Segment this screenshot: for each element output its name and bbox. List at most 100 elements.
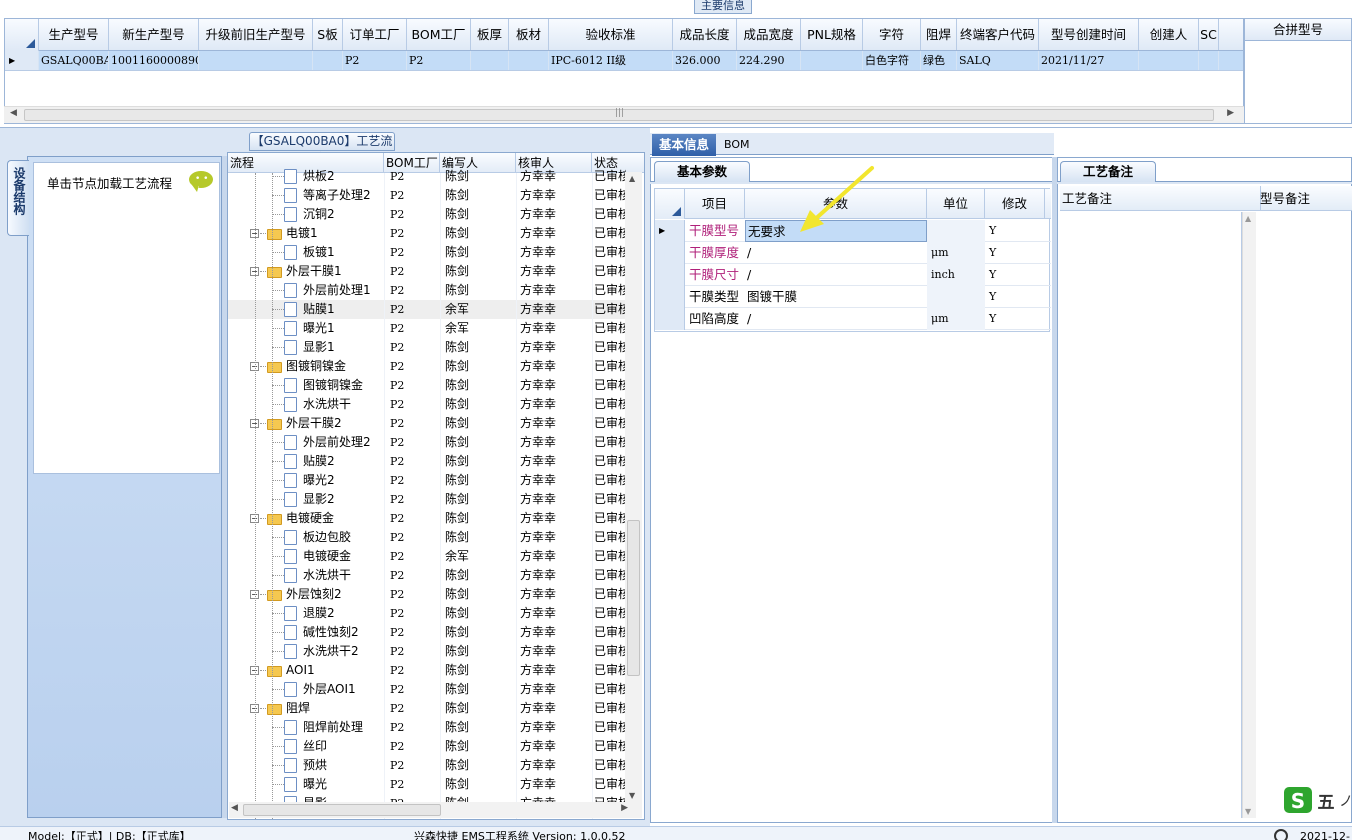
grid-corner[interactable] <box>5 19 39 51</box>
tree-row[interactable]: −阻焊P2陈剑方幸幸已审核 <box>228 699 628 718</box>
grid-col-2[interactable]: 升级前旧生产型号 <box>199 19 313 50</box>
tab-bom[interactable]: BOM <box>724 134 760 156</box>
tree-row[interactable]: 显影2 P2 陈剑 方幸幸 已审核 <box>228 490 628 509</box>
param-value[interactable]: / <box>745 242 927 264</box>
scroll-right-icon[interactable]: ▶ <box>1227 108 1234 118</box>
tree-hscroll-thumb[interactable] <box>243 804 441 816</box>
param-value[interactable]: / <box>745 308 927 330</box>
tree-vscrollbar[interactable]: ▲ ▼ <box>625 172 642 802</box>
scroll-left-icon[interactable]: ◀ <box>10 108 17 118</box>
tree-row[interactable]: −外层蚀刻2P2陈剑方幸幸已审核 <box>228 585 628 604</box>
tab-basic-info[interactable]: 基本信息 <box>652 134 716 156</box>
param-value[interactable]: / <box>745 264 927 286</box>
tree-row[interactable]: 外层AOI1 P2 陈剑 方幸幸 已审核 <box>228 680 628 699</box>
grid-col-17[interactable]: SC <box>1199 19 1219 50</box>
grid-col-3[interactable]: S板 <box>313 19 343 50</box>
tree-row[interactable]: −电镀1P2陈剑方幸幸已审核 <box>228 224 628 243</box>
tree-row[interactable]: 电镀硬金 P2 余军 方幸幸 已审核 <box>228 547 628 566</box>
grid-cell-4[interactable]: P2 <box>343 51 407 70</box>
tree-row[interactable]: 阻焊前处理 P2 陈剑 方幸幸 已审核 <box>228 718 628 737</box>
param-value[interactable]: 图镀干膜 <box>745 286 927 308</box>
product-grid-row[interactable]: ▶ GSALQ00BA010011600008907 P2P2 IPC-6012 II… <box>5 51 1243 71</box>
grid-cell-17[interactable] <box>1199 51 1219 70</box>
grid-cell-9[interactable]: 326.000 <box>673 51 737 70</box>
grid-col-15[interactable]: 型号创建时间 <box>1039 19 1139 50</box>
param-row[interactable]: 干膜厚度 / μm Y <box>655 242 1051 264</box>
tree-row[interactable]: −电镀硬金P2陈剑方幸幸已审核 <box>228 509 628 528</box>
grid-col-11[interactable]: PNL规格 <box>801 19 863 50</box>
row-indicator[interactable]: ▶ <box>5 51 39 70</box>
scroll-down-icon[interactable]: ▼ <box>1245 807 1251 816</box>
grid-col-10[interactable]: 成品宽度 <box>737 19 801 50</box>
grid-cell-6[interactable] <box>471 51 509 70</box>
tree-row[interactable]: 水洗烘干2 P2 陈剑 方幸幸 已审核 <box>228 642 628 661</box>
param-row[interactable]: 干膜尺寸 / inch Y <box>655 264 1051 286</box>
tree-row[interactable]: 水洗烘干 P2 陈剑 方幸幸 已审核 <box>228 395 628 414</box>
tree-row[interactable]: 曝光1 P2 余军 方幸幸 已审核 <box>228 319 628 338</box>
tree-row[interactable]: 退膜2 P2 陈剑 方幸幸 已审核 <box>228 604 628 623</box>
param-row[interactable]: 凹陷高度 / μm Y <box>655 308 1051 330</box>
grid-cell-11[interactable] <box>801 51 863 70</box>
tree-row[interactable]: 丝印 P2 陈剑 方幸幸 已审核 <box>228 737 628 756</box>
grid-col-16[interactable]: 创建人 <box>1139 19 1199 50</box>
device-structure-box[interactable]: 单击节点加载工艺流程 • • • <box>33 162 220 474</box>
tree-row[interactable]: 等离子处理2 P2 陈剑 方幸幸 已审核 <box>228 186 628 205</box>
scroll-right-icon[interactable]: ▶ <box>621 803 628 813</box>
grid-col-1[interactable]: 新生产型号 <box>109 19 199 50</box>
scroll-left-icon[interactable]: ◀ <box>231 803 238 813</box>
grid-cell-2[interactable] <box>199 51 313 70</box>
grid-col-12[interactable]: 字符 <box>863 19 921 50</box>
tree-row[interactable]: 曝光2 P2 陈剑 方幸幸 已审核 <box>228 471 628 490</box>
tree-row[interactable]: 板镀1 P2 陈剑 方幸幸 已审核 <box>228 243 628 262</box>
product-grid-hscrollbar[interactable]: ◀ ||| ▶ <box>4 106 1244 123</box>
tree-row[interactable]: 烘板2 P2 陈剑 方幸幸 已审核 <box>228 167 628 186</box>
grid-col-6[interactable]: 板厚 <box>471 19 509 50</box>
grid-cell-1[interactable]: 10011600008907 <box>109 51 199 70</box>
speech-bubble-icon[interactable]: • • • <box>189 171 213 193</box>
scroll-up-icon[interactable]: ▲ <box>629 174 635 183</box>
grid-cell-0[interactable]: GSALQ00BA0 <box>39 51 109 70</box>
basic-params-caption[interactable]: 基本参数 <box>654 161 750 182</box>
hscroll-thumb[interactable]: ||| <box>24 108 1214 121</box>
tree-row[interactable]: 图镀铜镍金 P2 陈剑 方幸幸 已审核 <box>228 376 628 395</box>
grid-col-7[interactable]: 板材 <box>509 19 549 50</box>
row-indicator[interactable] <box>655 264 685 286</box>
grid-cell-12[interactable]: 白色字符 <box>863 51 921 70</box>
scroll-down-icon[interactable]: ▼ <box>629 791 635 800</box>
tree-row[interactable]: 外层前处理1 P2 陈剑 方幸幸 已审核 <box>228 281 628 300</box>
tree-row[interactable]: 碱性蚀刻2 P2 陈剑 方幸幸 已审核 <box>228 623 628 642</box>
grid-col-14[interactable]: 终端客户代码 <box>957 19 1039 50</box>
grid-col-5[interactable]: BOM工厂 <box>407 19 471 50</box>
tree-row[interactable]: 贴膜2 P2 陈剑 方幸幸 已审核 <box>228 452 628 471</box>
grid-col-0[interactable]: 生产型号 <box>39 19 109 50</box>
tree-row[interactable]: 沉铜2 P2 陈剑 方幸幸 已审核 <box>228 205 628 224</box>
grid-cell-15[interactable]: 2021/11/27 <box>1039 51 1139 70</box>
grid-cell-5[interactable]: P2 <box>407 51 471 70</box>
grid-cell-16[interactable] <box>1139 51 1199 70</box>
grid-col-4[interactable]: 订单工厂 <box>343 19 407 50</box>
tree-row[interactable]: 贴膜1 P2 余军 方幸幸 已审核 <box>228 300 628 319</box>
grid-cell-14[interactable]: SALQ <box>957 51 1039 70</box>
tree-row[interactable]: 预烘 P2 陈剑 方幸幸 已审核 <box>228 756 628 775</box>
ime-logo[interactable]: S 五 ノ <box>1284 786 1352 814</box>
grid-col-9[interactable]: 成品长度 <box>673 19 737 50</box>
row-indicator[interactable]: ▶ <box>655 220 685 242</box>
tree-row[interactable]: 板边包胶 P2 陈剑 方幸幸 已审核 <box>228 528 628 547</box>
row-indicator[interactable] <box>655 308 685 330</box>
tree-row[interactable]: −外层干膜2P2陈剑方幸幸已审核 <box>228 414 628 433</box>
param-row[interactable]: 干膜类型 图镀干膜 Y <box>655 286 1051 308</box>
tree-row[interactable]: 外层前处理2 P2 陈剑 方幸幸 已审核 <box>228 433 628 452</box>
tree-row[interactable]: 显影1 P2 陈剑 方幸幸 已审核 <box>228 338 628 357</box>
tree-row[interactable]: −外层干膜1P2陈剑方幸幸已审核 <box>228 262 628 281</box>
grid-cell-3[interactable] <box>313 51 343 70</box>
grid-col-8[interactable]: 验收标准 <box>549 19 673 50</box>
grid-cell-8[interactable]: IPC-6012 II级 <box>549 51 673 70</box>
tree-row[interactable]: −图镀铜镍金P2陈剑方幸幸已审核 <box>228 357 628 376</box>
grid-cell-13[interactable]: 绿色 <box>921 51 957 70</box>
tree-row[interactable]: 曝光 P2 陈剑 方幸幸 已审核 <box>228 775 628 794</box>
notes-vscrollbar[interactable]: ▲ ▼ <box>1242 212 1256 818</box>
tree-vscroll-thumb[interactable] <box>627 520 640 676</box>
row-indicator[interactable] <box>655 242 685 264</box>
grid-cell-10[interactable]: 224.290 <box>737 51 801 70</box>
grid-cell-7[interactable] <box>509 51 549 70</box>
